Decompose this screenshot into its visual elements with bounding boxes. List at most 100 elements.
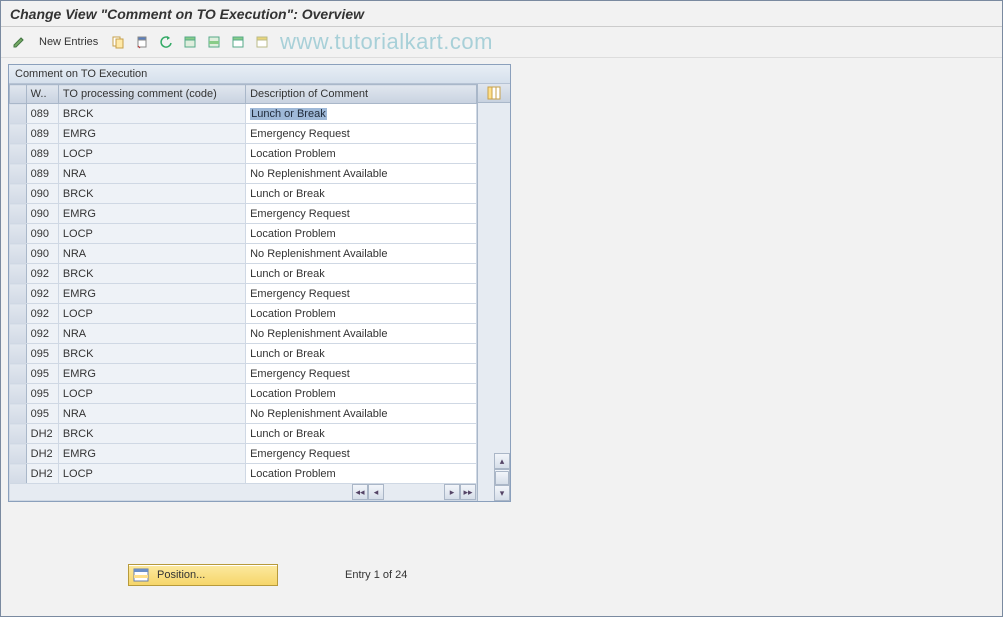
table-row[interactable]: 092LOCPLocation Problem — [10, 304, 477, 324]
hscroll-last-icon[interactable]: ▸▸ — [460, 484, 476, 500]
cell-description[interactable]: Location Problem — [246, 384, 477, 404]
table-row[interactable]: 095NRANo Replenishment Available — [10, 404, 477, 424]
cell-description[interactable]: No Replenishment Available — [246, 324, 477, 344]
copy-as-icon[interactable] — [107, 31, 129, 53]
vscroll-up-icon[interactable]: ▴ — [494, 453, 510, 469]
row-selector[interactable] — [10, 304, 27, 324]
cell-code[interactable]: NRA — [58, 244, 245, 264]
row-selector[interactable] — [10, 404, 27, 424]
cell-warehouse[interactable]: 092 — [26, 324, 58, 344]
row-selector[interactable] — [10, 204, 27, 224]
table-row[interactable]: 092NRANo Replenishment Available — [10, 324, 477, 344]
cell-description[interactable]: Location Problem — [246, 144, 477, 164]
table-row[interactable]: 090EMRGEmergency Request — [10, 204, 477, 224]
cell-description[interactable]: Lunch or Break — [246, 344, 477, 364]
table-row[interactable]: 092EMRGEmergency Request — [10, 284, 477, 304]
cell-warehouse[interactable]: 089 — [26, 104, 58, 124]
hscroll-first-icon[interactable]: ◂◂ — [352, 484, 368, 500]
cell-warehouse[interactable]: 092 — [26, 264, 58, 284]
toggle-change-icon[interactable] — [8, 31, 30, 53]
row-selector[interactable] — [10, 324, 27, 344]
col-description[interactable]: Description of Comment — [246, 85, 477, 104]
print-icon[interactable] — [251, 31, 273, 53]
cell-description[interactable]: No Replenishment Available — [246, 244, 477, 264]
cell-code[interactable]: LOCP — [58, 304, 245, 324]
cell-code[interactable]: EMRG — [58, 204, 245, 224]
cell-code[interactable]: BRCK — [58, 424, 245, 444]
cell-code[interactable]: BRCK — [58, 184, 245, 204]
select-block-icon[interactable] — [203, 31, 225, 53]
row-selector[interactable] — [10, 124, 27, 144]
table-row[interactable]: 089LOCPLocation Problem — [10, 144, 477, 164]
cell-code[interactable]: EMRG — [58, 364, 245, 384]
cell-warehouse[interactable]: 095 — [26, 364, 58, 384]
cell-code[interactable]: EMRG — [58, 444, 245, 464]
new-entries-button[interactable]: New Entries — [32, 31, 105, 53]
table-row[interactable]: DH2EMRGEmergency Request — [10, 444, 477, 464]
cell-warehouse[interactable]: 089 — [26, 144, 58, 164]
cell-warehouse[interactable]: 090 — [26, 224, 58, 244]
table-row[interactable]: 089NRANo Replenishment Available — [10, 164, 477, 184]
cell-code[interactable]: EMRG — [58, 284, 245, 304]
col-selector[interactable] — [10, 85, 27, 104]
deselect-all-icon[interactable] — [227, 31, 249, 53]
row-selector[interactable] — [10, 184, 27, 204]
table-row[interactable]: 095EMRGEmergency Request — [10, 364, 477, 384]
row-selector[interactable] — [10, 464, 27, 484]
cell-code[interactable]: BRCK — [58, 264, 245, 284]
row-selector[interactable] — [10, 264, 27, 284]
configure-columns-icon[interactable] — [478, 84, 510, 103]
hscroll-right-icon[interactable]: ▸ — [444, 484, 460, 500]
position-button[interactable]: Position... — [128, 564, 278, 586]
cell-description[interactable]: Location Problem — [246, 304, 477, 324]
col-code[interactable]: TO processing comment (code) — [58, 85, 245, 104]
row-selector[interactable] — [10, 284, 27, 304]
table-row[interactable]: 092BRCKLunch or Break — [10, 264, 477, 284]
cell-warehouse[interactable]: 095 — [26, 344, 58, 364]
row-selector[interactable] — [10, 424, 27, 444]
select-all-icon[interactable] — [179, 31, 201, 53]
row-selector[interactable] — [10, 444, 27, 464]
cell-warehouse[interactable]: 090 — [26, 204, 58, 224]
row-selector[interactable] — [10, 244, 27, 264]
table-row[interactable]: DH2LOCPLocation Problem — [10, 464, 477, 484]
cell-code[interactable]: BRCK — [58, 104, 245, 124]
cell-warehouse[interactable]: 095 — [26, 404, 58, 424]
cell-description[interactable]: Emergency Request — [246, 444, 477, 464]
hscroll-left-icon[interactable]: ◂ — [368, 484, 384, 500]
row-selector[interactable] — [10, 224, 27, 244]
table-row[interactable]: 090BRCKLunch or Break — [10, 184, 477, 204]
cell-code[interactable]: LOCP — [58, 224, 245, 244]
row-selector[interactable] — [10, 384, 27, 404]
cell-code[interactable]: NRA — [58, 324, 245, 344]
cell-description[interactable]: Location Problem — [246, 464, 477, 484]
cell-description[interactable]: Emergency Request — [246, 364, 477, 384]
undo-icon[interactable] — [155, 31, 177, 53]
cell-warehouse[interactable]: DH2 — [26, 464, 58, 484]
table-row[interactable]: DH2BRCKLunch or Break — [10, 424, 477, 444]
cell-warehouse[interactable]: 092 — [26, 304, 58, 324]
cell-code[interactable]: LOCP — [58, 144, 245, 164]
delete-icon[interactable] — [131, 31, 153, 53]
table-row[interactable]: 089BRCKLunch or Break — [10, 104, 477, 124]
cell-warehouse[interactable]: 095 — [26, 384, 58, 404]
row-selector[interactable] — [10, 364, 27, 384]
vscroll-down-icon[interactable]: ▾ — [494, 485, 510, 501]
cell-code[interactable]: LOCP — [58, 384, 245, 404]
cell-code[interactable]: EMRG — [58, 124, 245, 144]
cell-warehouse[interactable]: 090 — [26, 244, 58, 264]
cell-description[interactable]: Lunch or Break — [246, 264, 477, 284]
row-selector[interactable] — [10, 104, 27, 124]
cell-description[interactable]: Emergency Request — [246, 204, 477, 224]
cell-code[interactable]: LOCP — [58, 464, 245, 484]
cell-code[interactable]: NRA — [58, 164, 245, 184]
cell-description[interactable]: Lunch or Break — [246, 184, 477, 204]
cell-warehouse[interactable]: 089 — [26, 164, 58, 184]
cell-description[interactable]: Lunch or Break — [246, 104, 477, 124]
row-selector[interactable] — [10, 144, 27, 164]
cell-description[interactable]: No Replenishment Available — [246, 404, 477, 424]
cell-warehouse[interactable]: 090 — [26, 184, 58, 204]
table-row[interactable]: 095BRCKLunch or Break — [10, 344, 477, 364]
table-row[interactable]: 095LOCPLocation Problem — [10, 384, 477, 404]
vertical-scrollbar[interactable]: ▴ ▴ ▾ — [494, 453, 510, 501]
